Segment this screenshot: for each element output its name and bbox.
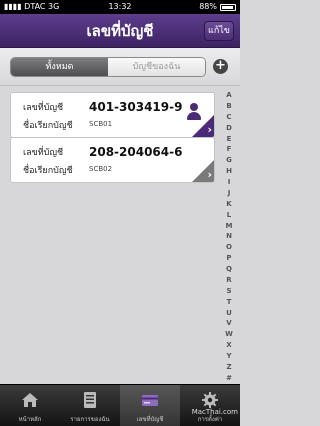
account-nickname: SCB01 (89, 120, 113, 128)
tab-settings[interactable]: การตั้งค่า (180, 385, 240, 426)
account-name-label: ชื่อเรียกบัญชี (23, 166, 73, 176)
chevron-right-icon: › (207, 168, 212, 181)
index-letter[interactable]: W (222, 331, 236, 338)
watermark: MacThai.com (191, 408, 238, 416)
account-number: 401-303419-9 (89, 100, 183, 114)
gear-icon (202, 392, 218, 408)
tab-label: หน้าหลัก (18, 416, 42, 423)
index-letter[interactable]: D (222, 124, 236, 132)
navigation-bar: เลขที่บัญชี แก้ไข (0, 14, 240, 48)
tab-label: เลขที่บัญชี (136, 416, 164, 423)
index-letter[interactable]: E (222, 135, 236, 143)
index-letter[interactable]: I (222, 179, 236, 186)
account-number: 208-204064-6 (89, 145, 183, 159)
account-number-label: เลขที่บัญชี (23, 148, 64, 158)
index-letter[interactable]: Z (222, 363, 236, 371)
edit-button[interactable]: แก้ไข (204, 21, 234, 41)
account-row[interactable]: เลขที่บัญชี ชื่อเรียกบัญชี 401-303419-9 … (10, 92, 215, 138)
index-letter[interactable]: N (222, 233, 236, 240)
battery-percent: 88% (199, 2, 217, 11)
account-name-label: ชื่อเรียกบัญชี (23, 121, 73, 131)
status-bar: ▮▮▮▮ DTAC 3G 13:32 88% (0, 0, 240, 14)
tab-account-numbers[interactable]: เลขที่บัญชี (120, 385, 180, 426)
chevron-right-icon: › (207, 123, 212, 136)
index-letter[interactable]: T (222, 298, 236, 306)
account-nickname: SCB02 (89, 165, 113, 173)
battery-status: 88% (199, 0, 236, 14)
index-letter[interactable]: P (222, 255, 236, 262)
index-letter[interactable]: F (222, 146, 236, 153)
index-letter[interactable]: A (222, 92, 236, 99)
list-icon (84, 392, 96, 408)
index-letter[interactable]: B (222, 102, 236, 110)
tab-home[interactable]: หน้าหลัก (0, 385, 60, 426)
card-icon (142, 395, 158, 406)
alphabet-index[interactable]: A B C D E F G H I J K L M N O P Q R S T U V W X Y Z # (222, 92, 236, 382)
tab-label: รายการของฉัน (70, 416, 110, 423)
index-letter[interactable]: O (222, 244, 236, 251)
index-letter[interactable]: C (222, 113, 236, 121)
segment-all[interactable]: ทั้งหมด (11, 58, 108, 76)
index-letter[interactable]: # (222, 374, 236, 382)
index-letter[interactable]: L (222, 211, 236, 219)
add-account-button[interactable]: + (213, 59, 228, 74)
index-letter[interactable]: J (222, 189, 236, 197)
filter-bar: ทั้งหมด บัญชีของฉัน (0, 48, 240, 86)
tab-my-list[interactable]: รายการของฉัน (60, 385, 120, 426)
account-row[interactable]: เลขที่บัญชี ชื่อเรียกบัญชี 208-204064-6 … (10, 137, 215, 183)
index-letter[interactable]: K (222, 200, 236, 208)
index-letter[interactable]: R (222, 276, 236, 284)
index-letter[interactable]: H (222, 168, 236, 175)
index-letter[interactable]: M (222, 222, 236, 230)
segment-my-accounts[interactable]: บัญชีของฉัน (108, 58, 205, 76)
account-number-label: เลขที่บัญชี (23, 103, 64, 113)
segmented-control: ทั้งหมด บัญชีของฉัน (10, 57, 206, 77)
home-icon (22, 393, 38, 407)
tab-bar: หน้าหลัก รายการของฉัน เลขที่บัญชี การตั้… (0, 384, 240, 426)
index-letter[interactable]: Y (222, 353, 236, 360)
index-letter[interactable]: S (222, 287, 236, 295)
battery-icon (220, 3, 236, 11)
index-letter[interactable]: G (222, 157, 236, 164)
index-letter[interactable]: X (222, 342, 236, 349)
index-letter[interactable]: Q (222, 266, 236, 273)
index-letter[interactable]: V (222, 320, 236, 327)
plus-icon: + (215, 58, 226, 73)
index-letter[interactable]: U (222, 309, 236, 317)
